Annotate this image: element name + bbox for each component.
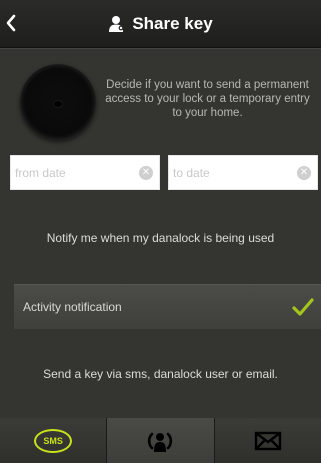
from-date-field[interactable]: ✕ xyxy=(10,155,160,190)
tab-bar: SMS xyxy=(0,418,321,463)
page-title-text: Share key xyxy=(132,13,213,33)
checkmark-icon xyxy=(292,298,314,316)
intro-section: Decide if you want to send a permanent a… xyxy=(0,48,321,152)
knob-center xyxy=(54,101,62,107)
from-date-input[interactable] xyxy=(15,156,135,189)
tab-sms[interactable]: SMS xyxy=(0,418,108,463)
tab-danalock-user[interactable] xyxy=(107,418,215,463)
intro-text: Decide if you want to send a permanent a… xyxy=(105,79,310,119)
clear-from-date-icon[interactable]: ✕ xyxy=(139,166,153,180)
sms-icon-label: SMS xyxy=(43,435,63,446)
activity-notification-label: Activity notification xyxy=(23,300,122,314)
header-bar: Share key xyxy=(0,0,321,48)
danalock-user-icon xyxy=(148,432,173,452)
notify-description: Notify me when my danalock is being used xyxy=(46,231,275,245)
to-date-field[interactable]: ✕ xyxy=(168,155,318,190)
tab-email[interactable] xyxy=(214,418,321,463)
user-key-icon xyxy=(109,15,124,32)
to-date-input[interactable] xyxy=(173,156,293,189)
page-title: Share key xyxy=(0,0,321,47)
lock-knob-icon xyxy=(20,64,96,140)
activity-notification-toggle[interactable]: Activity notification xyxy=(14,284,321,329)
send-key-description: Send a key via sms, danalock user or ema… xyxy=(43,367,278,381)
envelope-icon xyxy=(254,431,282,450)
clear-to-date-icon[interactable]: ✕ xyxy=(297,166,311,180)
sms-icon: SMS xyxy=(34,428,73,453)
